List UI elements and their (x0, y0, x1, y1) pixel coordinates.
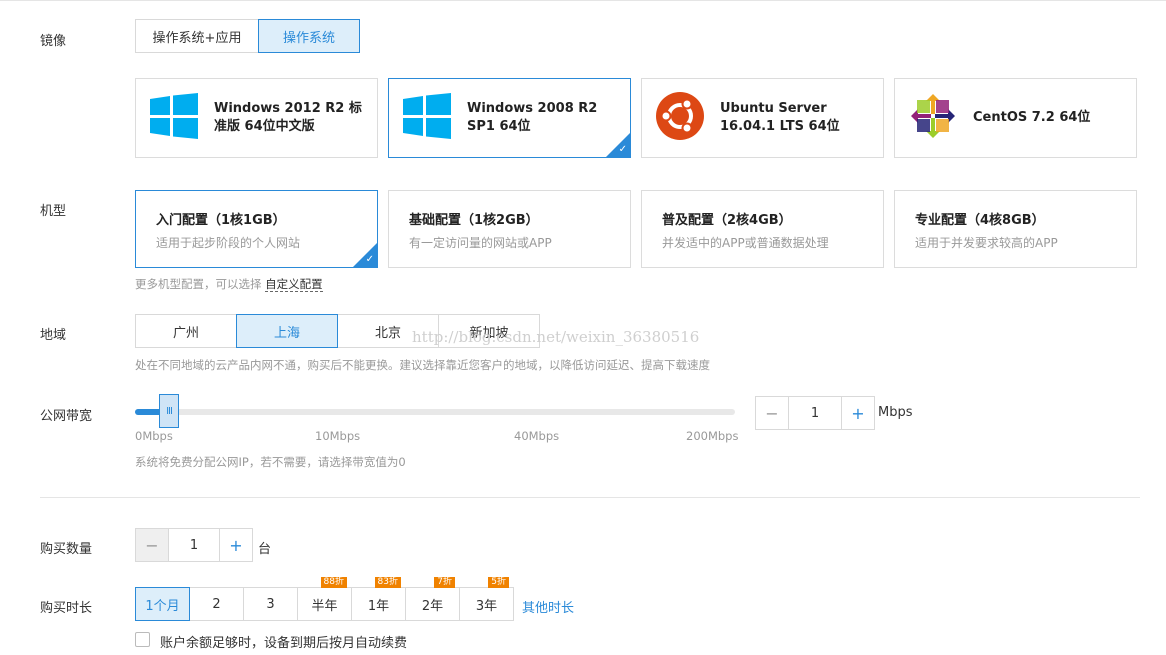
tick-200mbps: 200Mbps (686, 429, 739, 443)
custom-config-link[interactable]: 自定义配置 (265, 277, 323, 292)
auto-renew-checkbox[interactable] (135, 632, 150, 647)
duration-3-months[interactable]: 3 (243, 587, 298, 621)
duration-1-month[interactable]: 1个月 (135, 587, 190, 621)
tab-os[interactable]: 操作系统 (258, 19, 360, 53)
bandwidth-minus-button[interactable]: − (755, 396, 789, 430)
discount-badge: 5折 (488, 577, 509, 588)
instance-title: 专业配置（4核8GB） (915, 213, 1045, 228)
bandwidth-plus-button[interactable]: + (841, 396, 875, 430)
discount-badge: 88折 (320, 577, 347, 588)
region-hint: 处在不同地域的云产品内网不通，购买后不能更换。建议选择靠近您客户的地域，以降低访… (135, 358, 710, 372)
os-title: Windows 2012 R2 标准版 64位中文版 (214, 101, 362, 134)
region-tabs: 广州 上海 北京 新加坡 (135, 314, 540, 348)
image-label: 镜像 (40, 34, 67, 49)
windows-icon (401, 93, 453, 143)
quantity-minus-button[interactable]: − (135, 528, 169, 562)
instance-desc: 适用于起步阶段的个人网站 (156, 236, 301, 250)
tab-os-plus-app[interactable]: 操作系统+应用 (135, 19, 259, 53)
quantity-label: 购买数量 (40, 542, 93, 557)
instance-desc: 有一定访问量的网站或APP (409, 236, 552, 250)
region-guangzhou[interactable]: 广州 (135, 314, 237, 348)
top-border (0, 0, 1166, 1)
bandwidth-value[interactable]: 1 (789, 396, 841, 430)
discount-badge: 83折 (374, 577, 401, 588)
instance-title: 入门配置（1核1GB） (156, 213, 286, 228)
check-icon: ✓ (365, 254, 374, 265)
duration-1-year[interactable]: 1年 83折 (351, 577, 406, 621)
duration-option-label: 半年 (311, 598, 338, 614)
quantity-stepper: − 1 + (135, 528, 253, 562)
windows-icon (148, 93, 200, 143)
duration-2-months[interactable]: 2 (189, 587, 244, 621)
instance-option-entry[interactable]: 入门配置（1核1GB） 适用于起步阶段的个人网站 ✓ (135, 190, 378, 268)
instance-hint-text: 更多机型配置，可以选择 (135, 277, 262, 291)
bandwidth-slider-track[interactable]: III (135, 394, 735, 428)
instance-desc: 并发适中的APP或普通数据处理 (662, 236, 829, 250)
tick-10mbps: 10Mbps (315, 429, 361, 443)
image-type-tabs: 操作系统+应用 操作系统 (135, 19, 360, 53)
duration-label: 购买时长 (40, 601, 93, 616)
quantity-value[interactable]: 1 (169, 528, 219, 562)
duration-option-label: 3年 (475, 598, 498, 614)
instance-hint: 更多机型配置，可以选择 自定义配置 (135, 276, 323, 292)
region-label: 地域 (40, 328, 67, 343)
other-duration-link[interactable]: 其他时长 (522, 597, 574, 616)
instance-label: 机型 (40, 204, 67, 219)
region-beijing[interactable]: 北京 (337, 314, 439, 348)
check-icon: ✓ (618, 144, 627, 155)
instance-option-basic[interactable]: 基础配置（1核2GB） 有一定访问量的网站或APP (388, 190, 631, 268)
instance-title: 基础配置（1核2GB） (409, 213, 539, 228)
discount-badge: 7折 (434, 577, 455, 588)
os-option-centos[interactable]: CentOS 7.2 64位 (894, 78, 1137, 158)
instance-desc: 适用于并发要求较高的APP (915, 236, 1058, 250)
ubuntu-icon (654, 91, 706, 145)
tick-0mbps: 0Mbps (135, 429, 173, 443)
section-divider (40, 497, 1140, 498)
duration-option-label: 1年 (367, 598, 390, 614)
os-title: Ubuntu Server 16.04.1 LTS 64位 (720, 101, 840, 134)
region-singapore[interactable]: 新加坡 (438, 314, 540, 348)
bandwidth-label: 公网带宽 (40, 409, 93, 424)
tick-40mbps: 40Mbps (514, 429, 560, 443)
os-option-windows-2012[interactable]: Windows 2012 R2 标准版 64位中文版 (135, 78, 378, 158)
auto-renew-label: 账户余额足够时，设备到期后按月自动续费 (160, 636, 408, 651)
instance-title: 普及配置（2核4GB） (662, 213, 792, 228)
duration-half-year[interactable]: 半年 88折 (297, 577, 352, 621)
duration-tabs: 1个月 2 3 半年 88折 1年 83折 2年 7折 3年 5折 (135, 577, 514, 621)
duration-2-years[interactable]: 2年 7折 (405, 577, 460, 621)
instance-option-standard[interactable]: 普及配置（2核4GB） 并发适中的APP或普通数据处理 (641, 190, 884, 268)
instance-option-pro[interactable]: 专业配置（4核8GB） 适用于并发要求较高的APP (894, 190, 1137, 268)
duration-option-label: 3 (266, 596, 275, 612)
centos-icon (907, 92, 959, 144)
os-title: Windows 2008 R2 SP1 64位 (467, 101, 598, 134)
os-title: CentOS 7.2 64位 (973, 110, 1091, 125)
bandwidth-stepper: − 1 + (755, 396, 875, 430)
duration-3-years[interactable]: 3年 5折 (459, 577, 514, 621)
bandwidth-hint: 系统将免费分配公网IP，若不需要，请选择带宽值为0 (135, 455, 406, 469)
bandwidth-unit: Mbps (878, 405, 913, 420)
os-option-windows-2008[interactable]: Windows 2008 R2 SP1 64位 ✓ (388, 78, 631, 158)
duration-option-label: 1个月 (145, 598, 180, 614)
duration-option-label: 2年 (421, 598, 444, 614)
os-option-ubuntu[interactable]: Ubuntu Server 16.04.1 LTS 64位 (641, 78, 884, 158)
bandwidth-slider-fill (135, 409, 162, 415)
region-shanghai[interactable]: 上海 (236, 314, 338, 348)
quantity-plus-button[interactable]: + (219, 528, 253, 562)
duration-option-label: 2 (212, 596, 221, 612)
quantity-unit: 台 (258, 542, 272, 557)
bandwidth-slider-handle[interactable]: III (159, 394, 179, 428)
